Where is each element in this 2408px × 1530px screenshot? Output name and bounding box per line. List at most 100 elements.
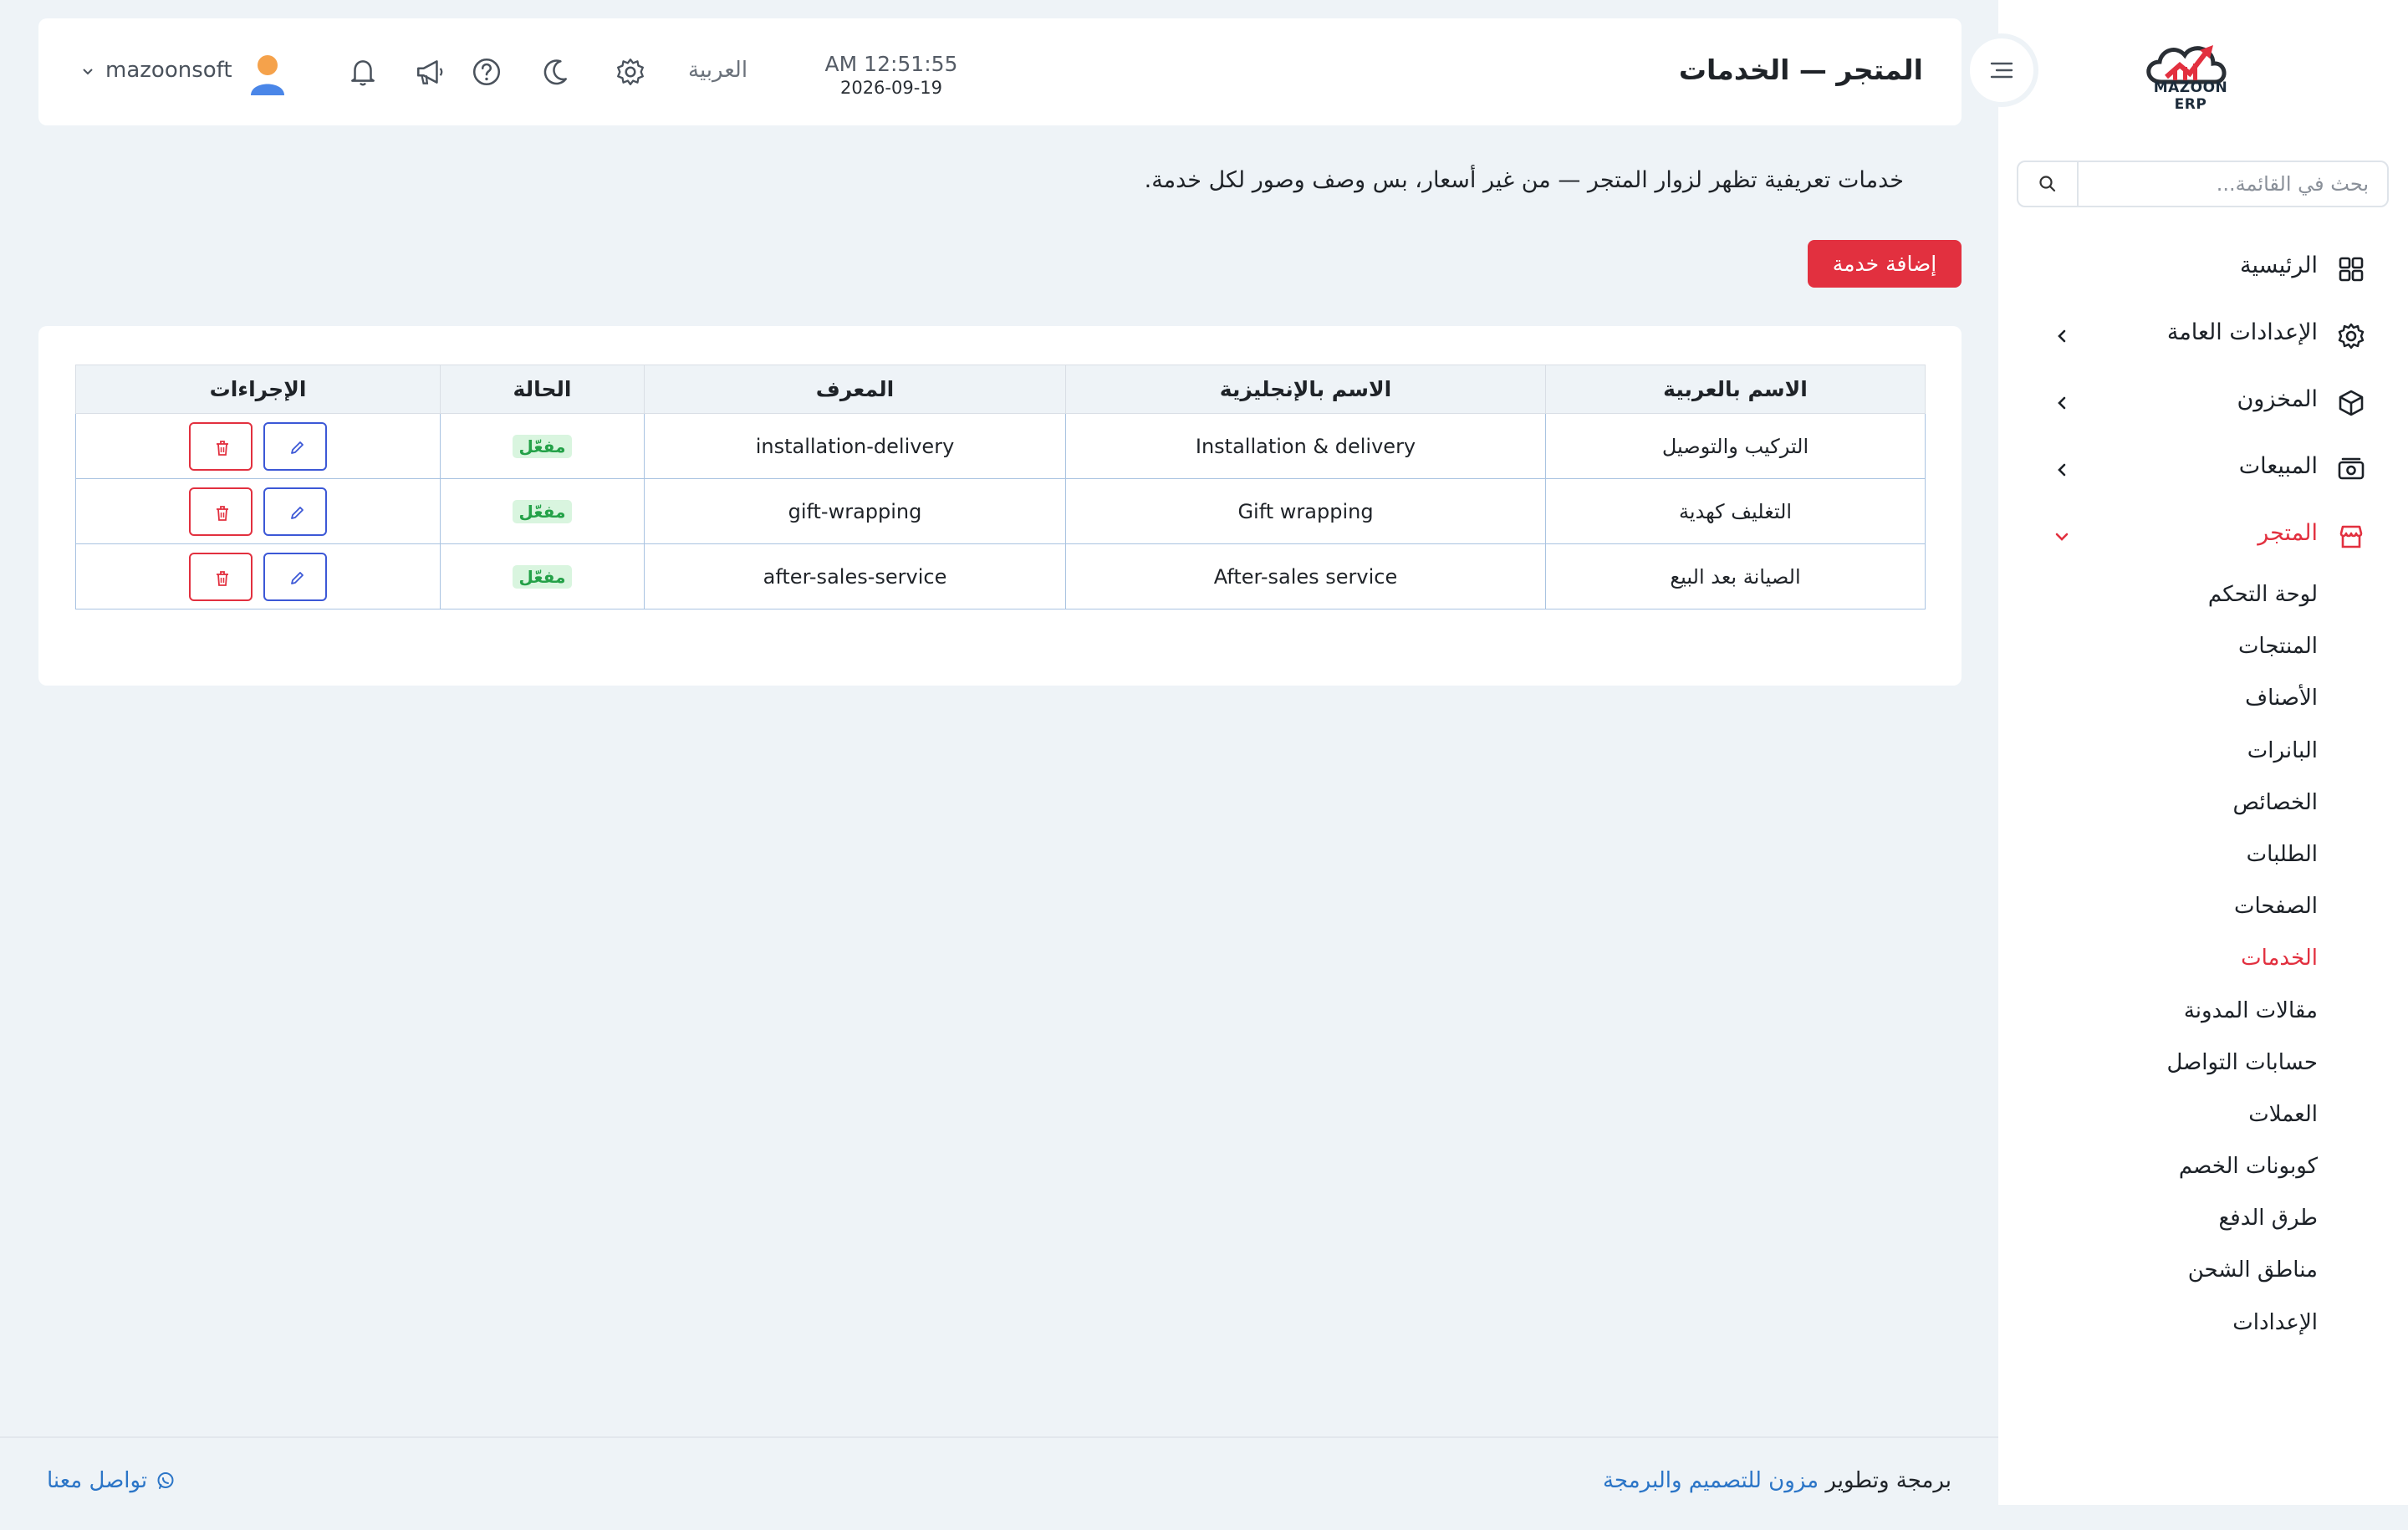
trash-icon xyxy=(216,570,228,586)
column-header-name-en: الاسم بالإنجليزية xyxy=(1065,365,1546,414)
settings-icon[interactable] xyxy=(612,54,649,90)
sidebar-item-inventory[interactable]: المخزون xyxy=(1998,370,2408,436)
row-name-en: Gift wrapping xyxy=(1065,478,1546,544)
submenu-item-label: لوحة التحكم xyxy=(2207,582,2318,607)
delete-button[interactable] xyxy=(188,421,253,471)
avatar[interactable] xyxy=(246,52,289,97)
services-table-card: الإجراءات الحالة المعرف الاسم بالإنجليزي… xyxy=(38,326,1962,686)
gear-icon xyxy=(2338,323,2365,349)
submenu-item-social-accounts[interactable]: حسابات التواصل xyxy=(1998,1038,2408,1090)
edit-button[interactable] xyxy=(263,421,328,471)
credit-link[interactable]: مزون للتصميم والبرمجة xyxy=(1603,1468,1819,1493)
row-name-ar: التغليف كهدية xyxy=(1545,478,1926,544)
bell-icon[interactable] xyxy=(344,54,381,90)
submenu-item-label: حسابات التواصل xyxy=(2166,1049,2318,1075)
megaphone-icon[interactable] xyxy=(411,54,448,90)
sidebar-item-label: المتجر xyxy=(2258,520,2318,546)
contact-label: تواصل معنا xyxy=(47,1468,148,1493)
pencil-icon xyxy=(291,441,304,454)
page-description: خدمات تعريفية تظهر لزوار المتجر — من غير… xyxy=(1144,167,1904,193)
submenu-item-label: البانرات xyxy=(2247,737,2318,763)
row-name-en: After-sales service xyxy=(1065,543,1546,609)
contact-us-link[interactable]: تواصل معنا xyxy=(47,1468,176,1493)
chevron-left-icon xyxy=(2058,463,2066,477)
search-icon[interactable] xyxy=(2018,162,2079,206)
sidebar-item-home[interactable]: الرئيسية xyxy=(1998,236,2408,303)
submenu-item-label: العملات xyxy=(2248,1101,2318,1127)
row-name-ar: الصيانة بعد البيع xyxy=(1545,543,1926,609)
submenu-item-label: مقالات المدونة xyxy=(2183,997,2318,1023)
clock: AM 12:51:55 2026-09-19 xyxy=(791,52,992,98)
sidebar-item-label: الإعدادات العامة xyxy=(2166,319,2318,345)
pencil-icon xyxy=(291,571,304,584)
credit-prefix: برمجة وتطوير xyxy=(1825,1468,1951,1493)
delete-button[interactable] xyxy=(188,552,253,601)
grid-icon xyxy=(2339,257,2364,282)
trash-icon xyxy=(216,440,228,456)
submenu-item-blog-posts[interactable]: مقالات المدونة xyxy=(1998,987,2408,1038)
submenu-item-attributes[interactable]: الخصائص xyxy=(1998,778,2408,830)
row-slug: installation-delivery xyxy=(644,413,1066,479)
submenu-item-pages[interactable]: الصفحات xyxy=(1998,882,2408,934)
submenu-item-label: طرق الدفع xyxy=(2218,1206,2318,1232)
language-switch[interactable]: العربية xyxy=(688,58,747,83)
sidebar: MAZOON ERP الرئيسية الإعدادات العامة xyxy=(1998,0,2408,1505)
edit-button[interactable] xyxy=(263,552,328,601)
sidebar-item-store[interactable]: المتجر xyxy=(1998,503,2408,570)
pencil-icon xyxy=(291,506,304,519)
sidebar-search-input[interactable] xyxy=(2079,162,2387,206)
submenu-item-orders[interactable]: الطلبات xyxy=(1998,830,2408,882)
submenu-item-coupons[interactable]: كوبونات الخصم xyxy=(1998,1142,2408,1194)
column-header-slug: المعرف xyxy=(644,365,1066,414)
row-status: مفعّل xyxy=(440,413,645,479)
menu-icon xyxy=(1990,62,2013,79)
table-row: مفعّل gift-wrapping Gift wrapping التغلي… xyxy=(75,478,1926,544)
submenu-item-shipping-zones[interactable]: مناطق الشحن xyxy=(1998,1246,2408,1298)
sidebar-search xyxy=(2017,161,2389,207)
footer-credit: برمجة وتطوير مزون للتصميم والبرمجة xyxy=(1603,1468,1951,1493)
table-row: مفعّل after-sales-service After-sales se… xyxy=(75,543,1926,609)
username[interactable]: mazoonsoft xyxy=(105,58,232,83)
sidebar-item-sales[interactable]: المبيعات xyxy=(1998,436,2408,503)
submenu-item-settings[interactable]: الإعدادات xyxy=(1998,1298,2408,1350)
submenu-item-services[interactable]: الخدمات xyxy=(1998,934,2408,986)
dark-mode-icon[interactable] xyxy=(537,54,574,90)
cash-icon xyxy=(2338,457,2365,480)
store-submenu: لوحة التحكم المنتجات الأصناف البانرات ال… xyxy=(1998,570,2408,1350)
column-header-name-ar: الاسم بالعربية xyxy=(1545,365,1926,414)
chevron-down-icon[interactable] xyxy=(80,64,95,79)
logo-text: MAZOON ERP xyxy=(2153,79,2228,113)
store-icon xyxy=(2339,525,2363,548)
row-actions xyxy=(75,478,441,544)
row-actions xyxy=(75,543,441,609)
submenu-item-products[interactable]: المنتجات xyxy=(1998,622,2408,674)
brand-logo[interactable]: MAZOON ERP xyxy=(2136,33,2245,113)
chevron-down-icon xyxy=(2055,533,2069,541)
sidebar-item-general-settings[interactable]: الإعدادات العامة xyxy=(1998,303,2408,370)
delete-button[interactable] xyxy=(188,487,253,536)
top-header: المتجر — الخدمات AM 12:51:55 2026-09-19 … xyxy=(38,18,1962,125)
submenu-item-label: الأصناف xyxy=(2245,686,2318,711)
services-table: الإجراءات الحالة المعرف الاسم بالإنجليزي… xyxy=(75,365,1926,609)
row-name-ar: التركيب والتوصيل xyxy=(1545,413,1926,479)
table-header-row: الإجراءات الحالة المعرف الاسم بالإنجليزي… xyxy=(75,365,1926,414)
submenu-item-currencies[interactable]: العملات xyxy=(1998,1090,2408,1142)
footer: برمجة وتطوير مزون للتصميم والبرمجة تواصل… xyxy=(0,1436,1998,1505)
row-slug: after-sales-service xyxy=(644,543,1066,609)
status-badge: مفعّل xyxy=(512,435,573,458)
status-badge: مفعّل xyxy=(512,565,573,589)
row-status: مفعّل xyxy=(440,478,645,544)
sidebar-toggle-button[interactable] xyxy=(1965,33,2038,107)
table-row: مفعّل installation-delivery Installation… xyxy=(75,413,1926,479)
help-icon[interactable] xyxy=(468,54,505,90)
sidebar-nav: الرئيسية الإعدادات العامة المخزون المبيع… xyxy=(1998,236,2408,1350)
add-service-button[interactable]: إضافة خدمة xyxy=(1808,240,1962,288)
submenu-item-label: الإعدادات xyxy=(2232,1309,2318,1335)
submenu-item-payment-methods[interactable]: طرق الدفع xyxy=(1998,1194,2408,1246)
edit-button[interactable] xyxy=(263,487,328,536)
submenu-item-categories[interactable]: الأصناف xyxy=(1998,674,2408,726)
submenu-item-dashboard[interactable]: لوحة التحكم xyxy=(1998,570,2408,622)
submenu-item-label: الخدمات xyxy=(2241,946,2318,972)
submenu-item-banners[interactable]: البانرات xyxy=(1998,727,2408,778)
submenu-item-label: الطلبات xyxy=(2246,841,2318,867)
